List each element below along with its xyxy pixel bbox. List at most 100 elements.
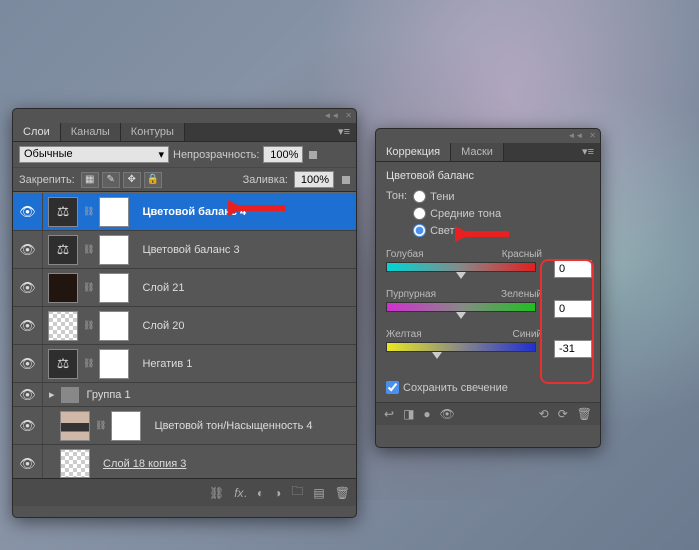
delete-adjustment-icon[interactable]: 🗑 (577, 407, 592, 421)
layer-thumbnail[interactable]: ⚖ (48, 235, 78, 265)
layer-name[interactable]: Цветовой баланс 3 (134, 244, 239, 256)
toggle-visibility-icon[interactable]: 👁 (440, 407, 455, 421)
lock-pixels-icon[interactable]: ✎ (102, 172, 120, 188)
tone-radio-input[interactable] (413, 224, 426, 237)
slider-value-input[interactable] (554, 340, 592, 358)
layer-row[interactable]: 👁⛓Слой 20 (13, 307, 356, 345)
lock-all-icon[interactable]: 🔒 (144, 172, 162, 188)
layer-thumbnail[interactable] (99, 273, 129, 303)
layer-thumbnail[interactable] (48, 311, 78, 341)
panel-titlebar[interactable]: ◄◄ ✕ (13, 109, 356, 123)
collapse-icon[interactable]: ◄◄ (323, 112, 339, 120)
collapse-icon[interactable]: ◄◄ (567, 132, 583, 140)
slider-thumb[interactable] (456, 312, 466, 319)
fill-scrubber-icon[interactable] (342, 176, 350, 184)
tone-radio[interactable]: Средние тона (413, 207, 501, 220)
layer-thumbnail[interactable] (99, 311, 129, 341)
preserve-luminosity-checkbox[interactable]: Сохранить свечение (386, 381, 590, 394)
tab-layers[interactable]: Слои (13, 123, 61, 141)
layer-thumbs: ⚖⛓ (43, 235, 134, 265)
visibility-toggle[interactable]: 👁 (13, 445, 43, 478)
layer-name[interactable]: Слой 20 (134, 320, 184, 332)
layer-thumbnail[interactable] (99, 349, 129, 379)
new-layer-icon[interactable]: ▤ (313, 486, 324, 500)
layer-thumbnail[interactable] (99, 197, 129, 227)
tab-paths[interactable]: Контуры (121, 123, 185, 141)
opacity-input[interactable]: 100% (263, 146, 303, 163)
visibility-toggle[interactable]: 👁 (13, 269, 43, 306)
slider-value-input[interactable] (554, 300, 592, 318)
close-icon[interactable]: ✕ (589, 132, 596, 140)
panel-menu-icon[interactable]: ▾≡ (332, 123, 356, 141)
tab-masks[interactable]: Маски (451, 143, 504, 161)
layer-name[interactable]: Цветовой тон/Насыщенность 4 (146, 420, 312, 432)
fill-input[interactable]: 100% (294, 171, 334, 188)
layer-row[interactable]: 👁 Слой 18 копия 3 (13, 445, 356, 478)
slider-value-input[interactable] (554, 260, 592, 278)
layer-name[interactable]: Группа 1 (79, 389, 131, 401)
slider-left-label: Голубая (386, 249, 424, 260)
visibility-toggle[interactable]: 👁 (13, 345, 43, 382)
lock-position-icon[interactable]: ✥ (123, 172, 141, 188)
layer-name[interactable]: Негатив 1 (134, 358, 192, 370)
layer-row[interactable]: 👁▸ Группа 1 (13, 383, 356, 407)
preserve-luminosity-input[interactable] (386, 381, 399, 394)
layer-thumbnail[interactable] (60, 449, 90, 479)
tone-label: Тон: (386, 190, 407, 202)
visibility-toggle[interactable]: 👁 (13, 231, 43, 268)
lock-transparency-icon[interactable]: ▦ (81, 172, 99, 188)
layer-thumbs: ⚖⛓ (43, 349, 134, 379)
layer-row[interactable]: 👁⚖⛓Негатив 1 (13, 345, 356, 383)
layer-thumbnail[interactable] (99, 235, 129, 265)
group-expand-icon[interactable]: ▸ (43, 388, 61, 401)
layer-thumbnail[interactable] (60, 411, 90, 441)
slider-left-label: Пурпурная (386, 289, 436, 300)
slider-track[interactable] (386, 342, 536, 352)
tone-radio-input[interactable] (413, 190, 426, 203)
clip-to-layer-icon[interactable]: ● (423, 407, 430, 421)
tone-radio[interactable]: Тени (413, 190, 501, 203)
eye-icon: 👁 (19, 318, 36, 334)
adj-titlebar[interactable]: ◄◄ ✕ (376, 129, 600, 143)
visibility-toggle[interactable]: 👁 (13, 193, 43, 230)
layer-thumbnail[interactable] (60, 477, 90, 479)
layer-row[interactable]: 👁⛓Цветовой тон/Насыщенность 4 (13, 407, 356, 445)
new-group-icon[interactable]: 🗀 (291, 482, 303, 503)
layer-row[interactable]: 👁⚖⛓Цветовой баланс 4 (13, 193, 356, 231)
eye-icon: 👁 (19, 204, 36, 220)
blend-mode-select[interactable]: Обычные▾ (19, 146, 169, 163)
panel-menu-icon[interactable]: ▾≡ (576, 143, 600, 161)
close-icon[interactable]: ✕ (345, 112, 352, 120)
layer-row[interactable]: 👁⚖⛓Цветовой баланс 3 (13, 231, 356, 269)
layer-row[interactable]: 👁⛓Слой 21 (13, 269, 356, 307)
slider-track[interactable] (386, 262, 536, 272)
slider-thumb[interactable] (456, 272, 466, 279)
layer-mask-icon[interactable]: ◐ (257, 486, 264, 500)
layer-name[interactable]: Слой 21 (134, 282, 184, 294)
tone-radio-input[interactable] (413, 207, 426, 220)
layer-thumbnail[interactable]: ⚖ (48, 197, 78, 227)
lock-fill-row: Закрепить: ▦ ✎ ✥ 🔒 Заливка: 100% (13, 168, 356, 192)
adjustment-layer-icon[interactable]: ◑ (274, 486, 281, 500)
expand-view-icon[interactable]: ◨ (403, 407, 414, 421)
layer-fx-icon[interactable]: fx. (234, 486, 247, 500)
layer-thumbnail[interactable]: ⚖ (48, 349, 78, 379)
link-layers-icon[interactable]: ⛓ (209, 486, 224, 500)
slider-track[interactable] (386, 302, 536, 312)
delete-layer-icon[interactable]: 🗑 (335, 486, 350, 500)
previous-state-icon[interactable]: ⟲ (539, 407, 549, 421)
layer-thumbnail[interactable] (111, 411, 141, 441)
visibility-toggle[interactable]: 👁 (13, 407, 43, 444)
layer-name[interactable]: Слой 18 копия 3 (95, 458, 186, 470)
slider-thumb[interactable] (432, 352, 442, 359)
tab-channels[interactable]: Каналы (61, 123, 121, 141)
reset-icon[interactable]: ⟳ (558, 407, 568, 421)
adjustments-panel: ◄◄ ✕ Коррекция Маски ▾≡ Цветовой баланс … (375, 128, 601, 448)
layer-thumbs (55, 477, 95, 479)
opacity-scrubber-icon[interactable] (309, 151, 317, 159)
return-to-list-icon[interactable]: ↩ (384, 407, 394, 421)
visibility-toggle[interactable]: 👁 (13, 307, 43, 344)
visibility-toggle[interactable]: 👁 (13, 383, 43, 406)
layer-thumbnail[interactable] (48, 273, 78, 303)
tab-correction[interactable]: Коррекция (376, 143, 451, 161)
